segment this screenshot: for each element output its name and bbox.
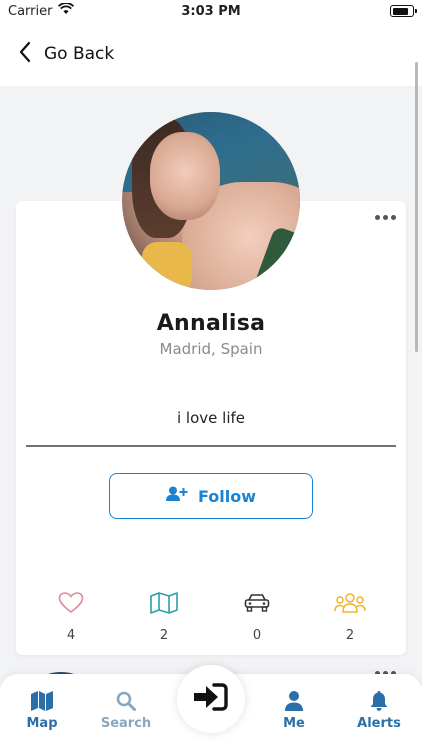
profile-stats: 4 2 0 2 [16,590,406,646]
tab-search-label: Search [100,716,152,731]
follow-button[interactable]: Follow [109,473,313,519]
go-back-label: Go Back [44,44,115,64]
status-bar: Carrier 3:03 PM [0,0,422,22]
sign-in-button[interactable] [177,665,245,733]
profile-location: Madrid, Spain [159,340,263,358]
carrier-label: Carrier [8,3,53,19]
tab-me-label: Me [283,716,305,731]
status-left: Carrier [8,2,75,19]
map-icon [134,590,194,616]
group-icon [320,590,380,616]
tab-map[interactable]: Map [7,690,77,731]
scrollbar[interactable] [415,62,418,352]
search-icon [91,690,161,712]
tab-search[interactable]: Search [91,690,161,731]
wifi-icon [58,2,75,19]
user-icon [259,690,329,712]
profile-avatar [122,112,300,290]
map-icon [7,690,77,712]
chevron-left-icon [18,41,32,67]
more-options-button[interactable] [375,215,396,220]
heart-icon [41,590,101,616]
stat-maps[interactable]: 2 [134,590,194,643]
sign-in-icon [194,683,228,715]
nav-bar: Go Back [0,22,422,86]
stat-friends-value: 2 [345,628,355,643]
profile-name: Annalisa [156,311,266,336]
profile-bio: i love life [177,409,245,427]
go-back-button[interactable]: Go Back [18,41,114,67]
stat-likes[interactable]: 4 [41,590,101,643]
car-icon [227,590,287,616]
tab-map-label: Map [26,716,58,731]
stat-likes-value: 4 [66,628,76,643]
tab-alerts[interactable]: Alerts [344,690,414,731]
tab-me[interactable]: Me [259,690,329,731]
user-plus-icon [165,486,188,506]
bio-divider [26,445,396,447]
stat-maps-value: 2 [159,628,169,643]
stat-vehicles-value: 0 [252,628,262,643]
stat-vehicles[interactable]: 0 [227,590,287,643]
battery-icon [390,5,417,17]
tab-alerts-label: Alerts [357,716,401,731]
follow-label: Follow [197,486,256,506]
stat-friends[interactable]: 2 [320,590,380,643]
bell-icon [344,690,414,712]
